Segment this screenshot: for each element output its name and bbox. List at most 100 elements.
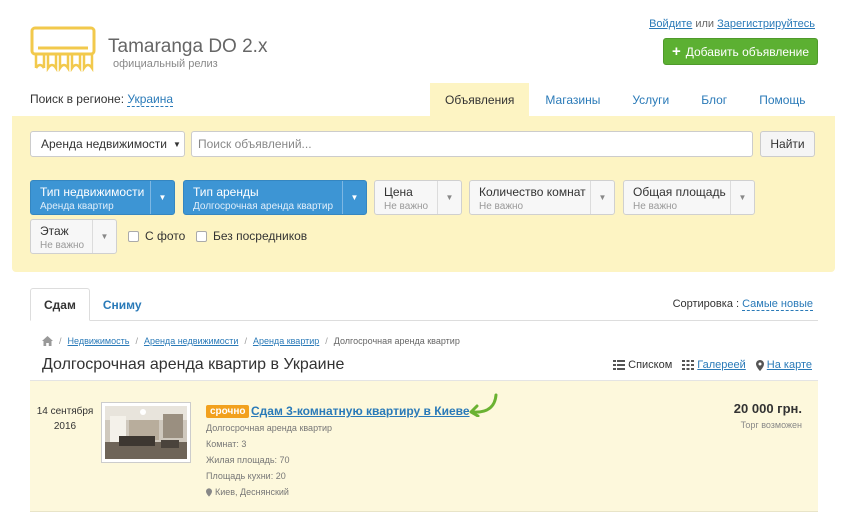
- nav-item-shops[interactable]: Магазины: [529, 83, 616, 117]
- tab-rent-in[interactable]: Сниму: [90, 288, 155, 321]
- add-listing-label: Добавить объявление: [685, 44, 810, 59]
- listing-kitchen-area: Площадь кухни: 20: [206, 471, 286, 481]
- list-icon: [613, 360, 626, 370]
- listing-date: 14 сентября 2016: [30, 404, 100, 434]
- filter-total-area[interactable]: Общая площадь Не важно ▼: [623, 180, 755, 215]
- listing-title-link[interactable]: Сдам 3-комнатную квартиру в Киеве: [251, 404, 470, 418]
- listing-date-year: 2016: [53, 421, 77, 432]
- site-logo-icon[interactable]: [30, 26, 96, 72]
- view-list[interactable]: Списком: [613, 359, 672, 371]
- caret-down-icon: ▼: [342, 181, 366, 214]
- listing-date-day: 14 сентября: [36, 406, 94, 417]
- find-button[interactable]: Найти: [760, 131, 815, 157]
- checkbox-label: С фото: [145, 229, 186, 243]
- caret-down-icon: ▼: [92, 220, 116, 253]
- caret-down-icon: ▼: [437, 181, 461, 214]
- checkbox-box[interactable]: [196, 230, 207, 242]
- listing-type-tabs: Сдам Сниму: [30, 288, 155, 321]
- breadcrumb-separator: /: [59, 336, 62, 346]
- filter-title: Тип аренды: [193, 185, 259, 199]
- nav-item-blog[interactable]: Блог: [685, 83, 743, 117]
- sort-label: Сортировка :: [672, 298, 740, 310]
- auth-links: Войдите или Зарегистрируйтесь: [649, 18, 815, 30]
- filter-value: Аренда квартир: [40, 201, 114, 212]
- view-map[interactable]: На карте: [755, 359, 812, 371]
- arrow-icon: [469, 393, 498, 417]
- breadcrumb-current: Долгосрочная аренда квартир: [333, 336, 460, 346]
- breadcrumb-separator: /: [135, 336, 138, 346]
- listing-photo[interactable]: [101, 402, 191, 463]
- caret-down-icon: ▼: [172, 139, 181, 149]
- breadcrumb-link[interactable]: Недвижимость: [68, 336, 130, 346]
- page-title: Долгосрочная аренда квартир в Украине: [42, 356, 345, 373]
- breadcrumb-separator: /: [244, 336, 247, 346]
- region-label: Поиск в регионе:: [30, 92, 125, 106]
- tabs-divider: [30, 320, 818, 321]
- apartment-photo-icon: [105, 406, 187, 459]
- checkbox-label: Без посредников: [213, 229, 308, 243]
- filter-value: Не важно: [479, 201, 524, 212]
- view-gallery-label[interactable]: Галереей: [697, 359, 746, 371]
- nav-item-services[interactable]: Услуги: [616, 83, 685, 117]
- search-input[interactable]: [191, 131, 753, 157]
- caret-down-icon: ▼: [150, 181, 174, 214]
- map-pin-icon: [206, 487, 212, 497]
- listing-location-text: Киев, Деснянский: [215, 487, 289, 497]
- view-switcher: Списком Галереей На карте: [613, 359, 812, 371]
- listing-living-area: Жилая площадь: 70: [206, 455, 290, 465]
- filter-property-type[interactable]: Тип недвижимости Аренда квартир ▼: [30, 180, 175, 215]
- gallery-icon: [682, 360, 695, 370]
- category-dropdown-label: Аренда недвижимости: [41, 137, 167, 151]
- with-photo-checkbox[interactable]: С фото: [128, 229, 185, 243]
- sort-dropdown[interactable]: Самые новые: [742, 298, 813, 311]
- nav-item-listings[interactable]: Объявления: [430, 83, 530, 117]
- map-pin-icon: [755, 359, 764, 371]
- listing-category: Долгосрочная аренда квартир: [206, 423, 333, 433]
- listing-rooms: Комнат: 3: [206, 439, 247, 449]
- checkbox-box[interactable]: [128, 230, 139, 242]
- auth-or-label: или: [695, 18, 715, 30]
- filter-title: Тип недвижимости: [40, 185, 145, 199]
- tab-rent-out[interactable]: Сдам: [30, 288, 90, 321]
- caret-down-icon: ▼: [730, 181, 754, 214]
- site-subtitle: официальный релиз: [113, 58, 218, 70]
- region-link[interactable]: Украина: [127, 92, 174, 107]
- nav-item-help[interactable]: Помощь: [743, 83, 821, 117]
- breadcrumb-separator: /: [325, 336, 328, 346]
- listing-price: 20 000 грн.: [733, 401, 802, 416]
- region-selector: Поиск в регионе: Украина: [30, 92, 174, 107]
- search-panel: Аренда недвижимости ▼ Найти Тип недвижим…: [12, 116, 835, 272]
- filter-rent-type[interactable]: Тип аренды Долгосрочная аренда квартир ▼: [183, 180, 367, 215]
- listing-bargain: Торг возможен: [740, 420, 802, 430]
- filter-floor[interactable]: Этаж Не важно ▼: [30, 219, 117, 254]
- no-agents-checkbox[interactable]: Без посредников: [196, 229, 307, 243]
- breadcrumb-link[interactable]: Аренда недвижимости: [144, 336, 238, 346]
- filter-value: Не важно: [40, 240, 85, 251]
- list-item[interactable]: 14 сентября 2016 срочно Сдам 3-комнатную…: [30, 381, 818, 512]
- filter-value: Не важно: [384, 201, 429, 212]
- sort-control: Сортировка : Самые новые: [672, 298, 813, 311]
- filter-title: Этаж: [40, 224, 69, 238]
- filter-value: Не важно: [633, 201, 678, 212]
- category-dropdown[interactable]: Аренда недвижимости ▼: [30, 131, 185, 157]
- register-link[interactable]: Зарегистрируйтесь: [717, 18, 815, 30]
- caret-down-icon: ▼: [590, 181, 614, 214]
- filter-price[interactable]: Цена Не важно ▼: [374, 180, 462, 215]
- view-map-label[interactable]: На карте: [767, 359, 812, 371]
- filter-title: Общая площадь: [633, 185, 726, 199]
- main-nav: Объявления Магазины Услуги Блог Помощь: [430, 83, 822, 117]
- site-title[interactable]: Tamaranga DO 2.x: [108, 36, 267, 58]
- home-icon[interactable]: [42, 336, 53, 346]
- filter-rooms[interactable]: Количество комнат Не важно ▼: [469, 180, 615, 215]
- filter-title: Количество комнат: [479, 185, 586, 199]
- view-gallery[interactable]: Галереей: [682, 359, 746, 371]
- breadcrumb-link[interactable]: Аренда квартир: [253, 336, 319, 346]
- listing-location: Киев, Деснянский: [206, 487, 289, 497]
- breadcrumb: / Недвижимость / Аренда недвижимости / А…: [42, 336, 460, 346]
- login-link[interactable]: Войдите: [649, 18, 692, 30]
- plus-icon: +: [671, 43, 681, 60]
- urgent-badge: срочно: [206, 405, 250, 418]
- add-listing-button[interactable]: + Добавить объявление: [663, 38, 818, 65]
- filter-value: Долгосрочная аренда квартир: [193, 201, 334, 212]
- view-list-label: Списком: [628, 359, 673, 371]
